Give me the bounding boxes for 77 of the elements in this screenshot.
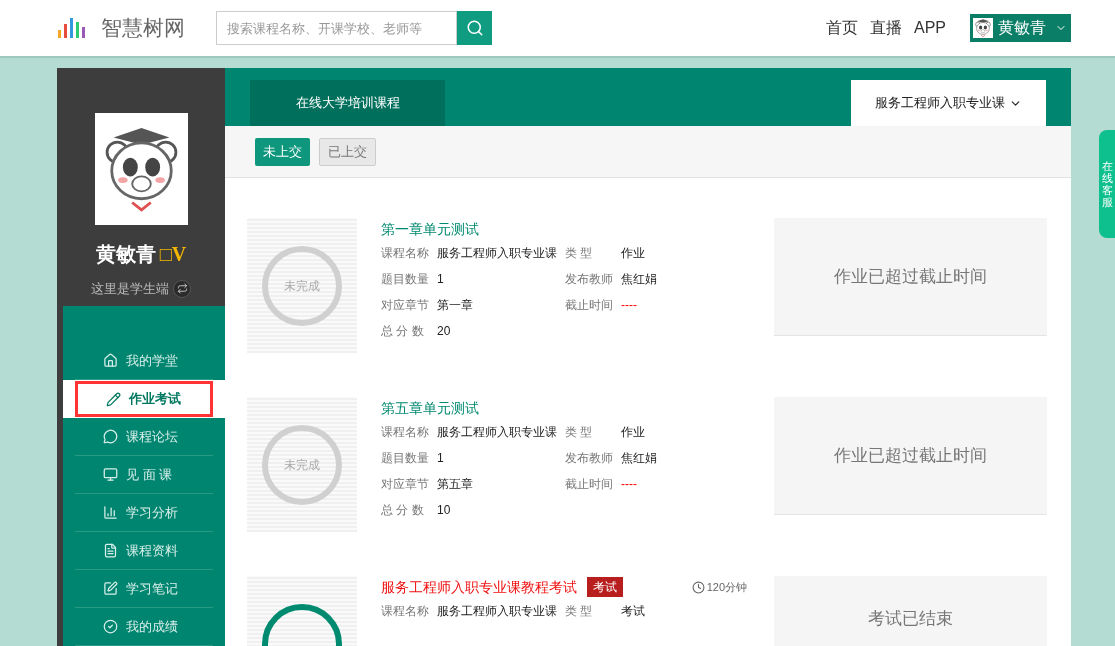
status-text: 作业已超过截止时间 [834,444,987,467]
field-label: 题目数量 [381,271,430,288]
search-button[interactable] [457,11,492,45]
field-value: 考试 [621,603,645,620]
field-value: 第五章 [437,476,473,493]
sidebar-item[interactable]: 见 面 课 [63,456,225,494]
duration-text: 120分钟 [706,579,747,595]
check-circle-icon [103,619,118,634]
field-value: 服务工程师入职专业课 [437,603,557,620]
field-value: ---- [621,297,637,314]
field-label: 对应章节 [381,476,430,493]
switch-icon [176,283,188,295]
sidebar-item[interactable]: 课程论坛 [63,418,225,456]
sidebar-item[interactable]: 我的成绩 [63,608,225,646]
role-text: 这里是学生端 [91,280,169,298]
field-label: 总 分 数 [381,323,425,340]
field-label: 总 分 数 [381,502,425,519]
house-icon [103,353,118,368]
field-label: 发布教师 [565,450,614,467]
assignment-title[interactable]: 第一章单元测试 [381,218,479,240]
field-label: 课程名称 [381,424,430,441]
course-tab[interactable]: 在线大学培训课程 [250,80,445,126]
search-icon [465,19,484,37]
nav-link[interactable]: 首页 [826,16,858,40]
assignment-title[interactable]: 第五章单元测试 [381,397,479,419]
user-menu-button[interactable]: 黄敏青 [970,14,1071,42]
assignment-title[interactable]: 服务工程师入职专业课教程考试 [381,576,577,598]
profile-name: 黄敏青 [95,242,156,267]
clock-icon [691,580,705,594]
field-value: ---- [621,476,637,493]
edit-icon [103,581,118,596]
sidebar-item[interactable]: 课程资料 [63,532,225,570]
field-label: 课程名称 [381,245,430,262]
vip-label: □V [159,242,187,267]
field-label: 对应章节 [381,297,430,314]
exam-tag: 考试 [587,577,623,597]
field-value: 服务工程师入职专业课 [437,245,557,262]
sidebar-item[interactable]: 学习笔记 [63,570,225,608]
field-label: 截止时间 [565,476,614,493]
stamp-text: 未完成 [284,456,320,474]
stamp-text: 未完成 [284,277,320,295]
sidebar-item[interactable]: 学习分析 [63,494,225,532]
field-value: 1 [437,271,444,288]
field-value: 服务工程师入职专业课 [437,424,557,441]
document-icon [103,543,118,558]
status-text: 考试已结束 [868,608,953,630]
sidebar-item[interactable]: 作业考试 [63,380,225,418]
bar-chart-icon [103,505,118,520]
monitor-icon [103,467,118,482]
field-label: 类 型 [565,603,594,620]
field-value: 10 [437,502,451,519]
chat-bubble-icon [103,429,118,444]
field-value: 作业 [621,245,645,262]
pencil-icon [106,391,121,407]
field-value: 焦红娟 [621,271,657,288]
field-value: 20 [437,323,451,340]
search-field[interactable]: 搜索课程名称、开课学校、老师等 [216,11,457,45]
bear-avatar-drawing [973,18,993,38]
customer-service-tab[interactable]: 在线客服 [1099,130,1115,238]
nav-link[interactable]: 直播 [870,16,902,40]
field-value: 焦红娟 [621,450,657,467]
filter-tab[interactable]: 未上交 [255,137,310,166]
field-value: 第一章 [437,297,473,314]
field-value: 作业 [621,424,645,441]
nav-link[interactable]: APP [914,16,946,40]
status-text: 作业已超过截止时间 [834,265,987,288]
field-label: 课程名称 [381,603,430,620]
site-logo-text[interactable]: 智慧树网 [101,12,185,44]
field-value: 1 [437,450,444,467]
field-label: 截止时间 [565,297,614,314]
switch-role-button[interactable] [173,279,191,298]
filter-tab[interactable]: 已上交 [319,137,376,166]
field-label: 类 型 [565,424,594,441]
field-label: 发布教师 [565,271,614,288]
field-label: 类 型 [565,245,594,262]
field-label: 题目数量 [381,450,430,467]
course-select[interactable]: 服务工程师入职专业课 [851,80,1046,126]
